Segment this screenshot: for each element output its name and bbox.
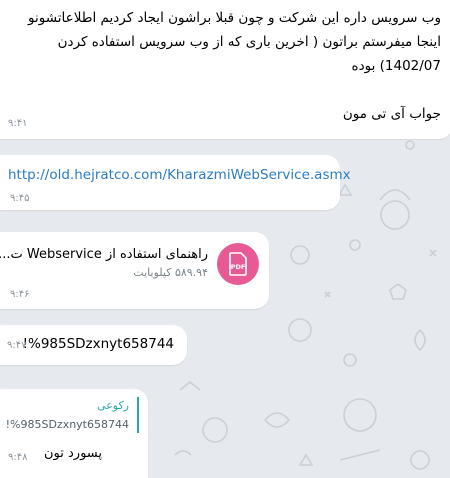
message-time: ۹:۴۷ — [7, 340, 27, 351]
message-line: جواب آی تی مون — [342, 106, 441, 122]
message-time: ۹:۴۸ — [8, 452, 28, 463]
message-text: !%985SDzxnyt658744 — [22, 336, 174, 352]
pdf-document-icon: PDF — [229, 252, 247, 276]
message-bubble-2[interactable]: http://old.hejratco.com/KharazmiWebServi… — [0, 155, 351, 210]
pdf-file-icon[interactable]: PDF — [217, 243, 259, 285]
message-line: 1402/07) بوده — [351, 58, 441, 74]
message-time: ۹:۴۶ — [10, 289, 30, 300]
message-line: وب سرویس داره این شرکت و چون قبلا براشون… — [28, 10, 441, 26]
reply-snippet: !%985SDzxnyt658744 — [5, 418, 129, 431]
message-bubble-3[interactable]: PDF راهنمای استفاده از Webservice ت... ۵… — [0, 232, 269, 309]
message-text: پسورد تون — [43, 446, 102, 461]
message-text: وب سرویس داره این شرکت و چون قبلا براشون… — [21, 6, 441, 126]
webservice-link[interactable]: http://old.hejratco.com/KharazmiWebServi… — [8, 167, 351, 183]
message-time: ۹:۴۵ — [10, 193, 30, 204]
file-name: راهنمای استفاده از Webservice ت... — [0, 247, 208, 262]
reply-quote[interactable]: رکوعی !%985SDzxnyt658744 — [5, 397, 139, 433]
reply-author: رکوعی — [97, 399, 129, 412]
message-bubble-1[interactable]: وب سرویس داره این شرکت و چون قبلا براشون… — [0, 0, 450, 139]
message-time: ۹:۴۱ — [8, 118, 28, 129]
message-bubble-5[interactable]: رکوعی !%985SDzxnyt658744 پسورد تون ۹:۴۸ — [0, 389, 148, 478]
file-size: ۵۸۹.۹۴ کیلوبایت — [133, 266, 208, 279]
message-bubble-4[interactable]: !%985SDzxnyt658744 ۹:۴۷ — [0, 325, 187, 365]
pdf-icon-label: PDF — [231, 263, 246, 271]
message-line: اینجا میفرستم براتون ( اخرین باری که از … — [57, 34, 441, 50]
message-line — [21, 78, 441, 102]
